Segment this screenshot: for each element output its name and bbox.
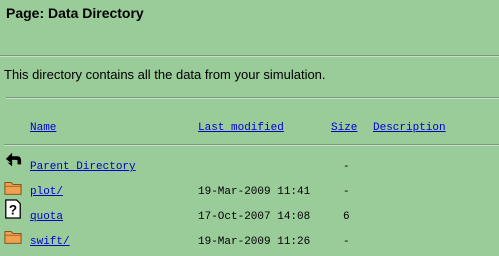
size-value: - xyxy=(343,186,350,198)
column-header-description[interactable]: Description xyxy=(373,122,446,134)
size-value: - xyxy=(343,236,350,248)
file-link-quota[interactable]: quota xyxy=(30,211,63,223)
top-divider xyxy=(0,55,499,57)
sort-by-description-link[interactable]: Description xyxy=(373,122,446,134)
sort-by-size-link[interactable]: Size xyxy=(331,122,357,134)
modified-value: 19-Mar-2009 11:26 xyxy=(198,236,311,248)
folder-icon[interactable] xyxy=(4,228,22,246)
file-link-plot[interactable]: plot/ xyxy=(30,186,63,198)
sort-by-modified-link[interactable]: Last modified xyxy=(198,122,284,134)
size-value: - xyxy=(343,161,350,173)
parent-directory-link[interactable]: Parent Directory xyxy=(30,161,136,173)
listing-divider xyxy=(6,97,499,99)
sort-by-name-link[interactable]: Name xyxy=(30,122,56,134)
size-value: 6 xyxy=(343,211,350,223)
file-link-swift[interactable]: swift/ xyxy=(30,236,70,248)
back-arrow-icon[interactable] xyxy=(4,150,22,168)
column-header-size[interactable]: Size xyxy=(331,122,357,134)
column-header-modified[interactable]: Last modified xyxy=(198,122,284,134)
header-divider xyxy=(4,144,499,146)
page-title: Page: Data Directory xyxy=(6,5,144,21)
folder-icon[interactable] xyxy=(4,179,22,197)
unknown-file-icon[interactable]: ? xyxy=(4,199,22,219)
modified-value: 19-Mar-2009 11:41 xyxy=(198,186,311,198)
modified-value: 17-Oct-2007 14:08 xyxy=(198,211,311,223)
column-header-name[interactable]: Name xyxy=(30,122,56,134)
intro-text: This directory contains all the data fro… xyxy=(4,67,326,82)
svg-text:?: ? xyxy=(9,202,17,217)
